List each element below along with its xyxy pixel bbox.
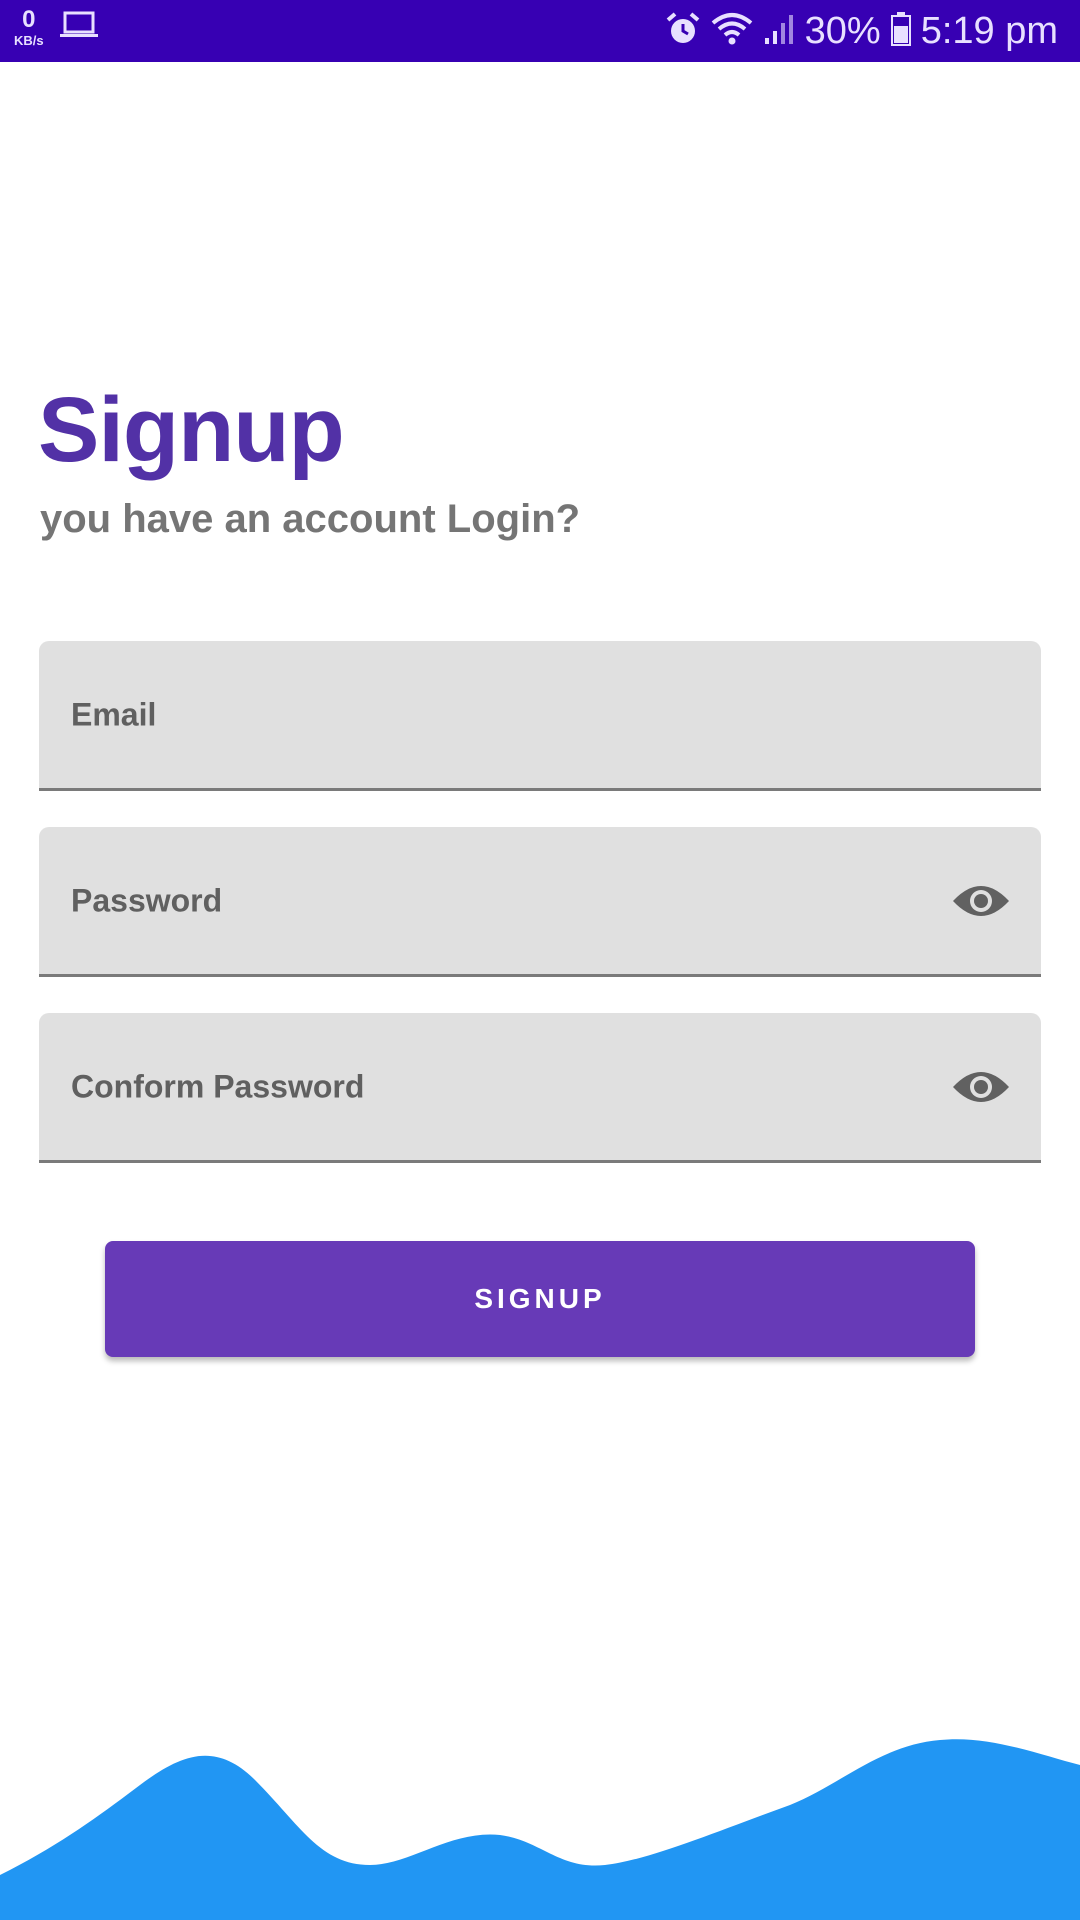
- network-speed: 0 KB/s: [14, 6, 44, 48]
- signup-button[interactable]: SIGNUP: [105, 1241, 975, 1357]
- status-bar: 0 KB/s 30% 5:19 pm: [0, 0, 1080, 62]
- clock: 5:19 pm: [920, 9, 1058, 52]
- email-field-label: Email: [71, 696, 157, 732]
- laptop-icon: [59, 10, 98, 45]
- password-field-label: Password: [71, 882, 223, 918]
- signal-icon: [763, 12, 795, 51]
- password-visibility-toggle-icon[interactable]: [951, 879, 1011, 923]
- confirm-password-field[interactable]: Conform Password: [39, 1013, 1041, 1163]
- confirm-password-field-label: Conform Password: [71, 1068, 365, 1104]
- status-bar-right: 30% 5:19 pm: [665, 0, 1058, 62]
- wave-decoration: [0, 1739, 1080, 1920]
- network-speed-value: 0: [22, 6, 36, 33]
- network-speed-unit: KB/s: [14, 33, 44, 48]
- page-title: Signup: [38, 379, 345, 481]
- status-bar-left: 0 KB/s: [14, 8, 98, 47]
- confirm-password-visibility-toggle-icon[interactable]: [951, 1065, 1011, 1109]
- alarm-icon: [665, 11, 701, 52]
- login-link[interactable]: you have an account Login?: [40, 493, 580, 545]
- email-field[interactable]: Email: [39, 641, 1041, 791]
- password-field[interactable]: Password: [39, 827, 1041, 977]
- signup-screen: 0 KB/s 30% 5:19 pm Signup you have an ac…: [0, 0, 1080, 1920]
- battery-percentage: 30%: [804, 9, 881, 52]
- battery-icon: [890, 11, 911, 51]
- wifi-icon: [711, 11, 753, 52]
